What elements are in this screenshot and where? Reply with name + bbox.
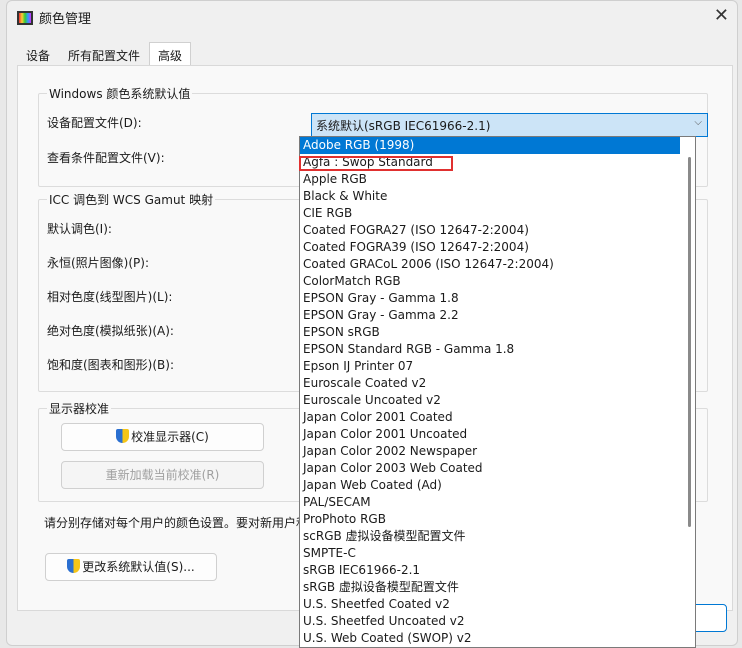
shield-icon — [67, 559, 81, 573]
dropdown-option[interactable]: U.S. Sheetfed Coated v2 — [300, 596, 680, 613]
dropdown-option[interactable]: CIE RGB — [300, 205, 680, 222]
dropdown-option[interactable]: EPSON Standard RGB - Gamma 1.8 — [300, 341, 680, 358]
color-management-icon — [17, 10, 33, 25]
dropdown-option[interactable]: Black & White — [300, 188, 680, 205]
dropdown-option[interactable]: ColorMatch RGB — [300, 273, 680, 290]
change-defaults-label: 更改系统默认值(S)... — [82, 560, 195, 574]
dropdown-option[interactable]: Japan Color 2001 Uncoated — [300, 426, 680, 443]
calibrate-display-label: 校准显示器(C) — [131, 430, 209, 444]
change-system-defaults-button[interactable]: 更改系统默认值(S)... — [45, 553, 217, 581]
dropdown-option[interactable]: EPSON Gray - Gamma 1.8 — [300, 290, 680, 307]
defaults-group-label: Windows 颜色系统默认值 — [47, 85, 193, 102]
calibrate-display-button[interactable]: 校准显示器(C) — [61, 423, 264, 451]
perceptual-label: 永恒(照片图像)(P): — [47, 256, 150, 270]
viewing-conditions-label: 查看条件配置文件(V): — [47, 151, 165, 165]
reload-calibration-button: 重新加载当前校准(R) — [61, 461, 264, 489]
dropdown-option[interactable]: scRGB 虚拟设备模型配置文件 — [300, 528, 680, 545]
close-button[interactable]: ✕ — [714, 5, 729, 26]
device-profile-dropdown-list[interactable]: Adobe RGB (1998) Agfa : Swop Standard Appl… — [299, 136, 696, 648]
shield-icon — [116, 429, 130, 443]
scrollbar[interactable] — [688, 157, 691, 527]
dropdown-option[interactable]: Japan Color 2003 Web Coated — [300, 460, 680, 477]
device-profile-label: 设备配置文件(D): — [47, 116, 142, 130]
device-profile-value: 系统默认(sRGB IEC61966-2.1) — [316, 119, 491, 133]
title-bar: 颜色管理 — [17, 8, 91, 27]
note-text: 请分别存储对每个用户的颜色设置。要对新用户和 — [44, 516, 309, 530]
dropdown-option[interactable]: Japan Color 2001 Coated — [300, 409, 680, 426]
dropdown-option[interactable]: Euroscale Coated v2 — [300, 375, 680, 392]
dropdown-option[interactable]: Coated GRACoL 2006 (ISO 12647-2:2004) — [300, 256, 680, 273]
dropdown-option[interactable]: Adobe RGB (1998) — [300, 137, 680, 154]
dropdown-option[interactable]: EPSON sRGB — [300, 324, 680, 341]
chevron-down-icon: ⌵ — [694, 117, 702, 128]
dropdown-option[interactable]: Japan Web Coated (Ad) — [300, 477, 680, 494]
dropdown-option[interactable]: Japan Color 2002 Newspaper — [300, 443, 680, 460]
dropdown-option[interactable]: ProPhoto RGB — [300, 511, 680, 528]
dropdown-option[interactable]: Coated FOGRA39 (ISO 12647-2:2004) — [300, 239, 680, 256]
dropdown-option[interactable]: U.S. Sheetfed Uncoated v2 — [300, 613, 680, 630]
saturation-label: 饱和度(图表和图形)(B): — [47, 358, 175, 372]
default-intent-label: 默认调色(I): — [47, 222, 112, 236]
dropdown-option[interactable]: sRGB 虚拟设备模型配置文件 — [300, 579, 680, 596]
relative-colorimetric-label: 相对色度(线型图片)(L): — [47, 290, 173, 304]
highlight-box — [299, 156, 453, 171]
dropdown-option[interactable]: Apple RGB — [300, 171, 680, 188]
dropdown-option[interactable]: sRGB IEC61966-2.1 — [300, 562, 680, 579]
tab-advanced[interactable]: 高级 — [149, 42, 192, 66]
calibration-group-label: 显示器校准 — [47, 400, 112, 417]
device-profile-select[interactable]: 系统默认(sRGB IEC61966-2.1) ⌵ — [311, 113, 708, 137]
dropdown-option[interactable]: Coated FOGRA27 (ISO 12647-2:2004) — [300, 222, 680, 239]
window-title: 颜色管理 — [39, 12, 92, 27]
dropdown-option[interactable]: Euroscale Uncoated v2 — [300, 392, 680, 409]
dropdown-option[interactable]: Epson IJ Printer 07 — [300, 358, 680, 375]
dropdown-option[interactable]: SMPTE-C — [300, 545, 680, 562]
gamut-group-label: ICC 调色到 WCS Gamut 映射 — [47, 191, 216, 208]
absolute-colorimetric-label: 绝对色度(模拟纸张)(A): — [47, 324, 174, 338]
dropdown-option[interactable]: PAL/SECAM — [300, 494, 680, 511]
dropdown-option[interactable]: EPSON Gray - Gamma 2.2 — [300, 307, 680, 324]
dropdown-option[interactable]: U.S. Web Coated (SWOP) v2 — [300, 630, 680, 647]
